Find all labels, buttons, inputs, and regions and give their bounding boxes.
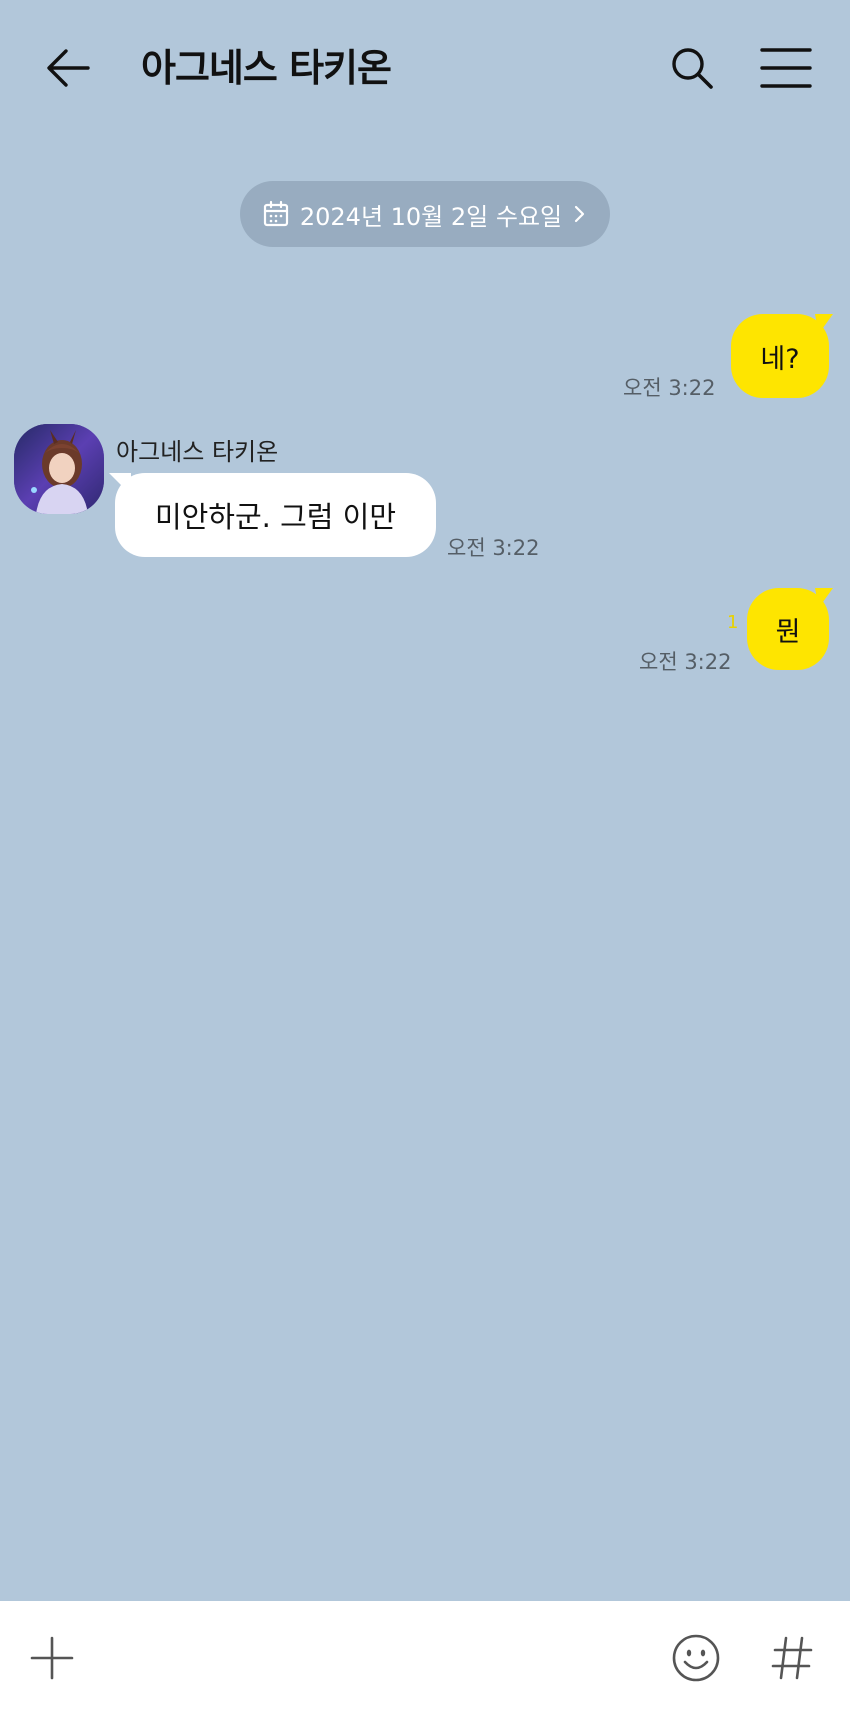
unread-count: 1 bbox=[727, 612, 739, 633]
sender-name: 아그네스 타키온 bbox=[116, 438, 279, 466]
hashtag-icon bbox=[771, 1636, 813, 1680]
message-text: 뭔 bbox=[775, 616, 801, 648]
search-button[interactable] bbox=[664, 40, 720, 96]
date-divider[interactable]: 2024년 10월 2일 수요일 bbox=[240, 181, 610, 247]
chat-header: 아그네스 타키온 bbox=[0, 0, 850, 140]
chevron-right-icon bbox=[575, 205, 585, 223]
my-message-bubble[interactable]: 네? bbox=[731, 314, 829, 398]
chat-screen: 아그네스 타키온 2024년 10월 2일 수요일 네? 오전 3:22 아그네… bbox=[0, 0, 850, 1713]
other-message-bubble[interactable]: 미안하군. 그럼 이만 bbox=[115, 473, 436, 557]
avatar-image bbox=[14, 424, 104, 514]
hamburger-menu-icon bbox=[760, 48, 812, 88]
emoji-icon bbox=[672, 1634, 720, 1682]
message-time: 오전 3:22 bbox=[623, 376, 716, 400]
plus-icon bbox=[30, 1636, 74, 1680]
back-button[interactable] bbox=[40, 40, 96, 96]
message-time: 오전 3:22 bbox=[447, 536, 540, 560]
emoji-button[interactable] bbox=[670, 1632, 722, 1684]
hashtag-button[interactable] bbox=[768, 1634, 816, 1682]
search-icon bbox=[672, 48, 713, 89]
my-message-bubble[interactable]: 뭔 bbox=[747, 588, 829, 670]
date-label: 2024년 10월 2일 수요일 bbox=[299, 202, 563, 231]
menu-button[interactable] bbox=[756, 40, 816, 96]
chat-title: 아그네스 타키온 bbox=[141, 46, 392, 90]
avatar[interactable] bbox=[14, 424, 104, 514]
calendar-icon bbox=[263, 200, 288, 227]
message-time: 오전 3:22 bbox=[639, 650, 732, 674]
message-text: 미안하군. 그럼 이만 bbox=[154, 500, 397, 534]
attach-button[interactable] bbox=[28, 1634, 76, 1682]
arrow-left-icon bbox=[47, 49, 90, 87]
input-bar bbox=[0, 1601, 850, 1713]
message-text: 네? bbox=[760, 343, 800, 375]
